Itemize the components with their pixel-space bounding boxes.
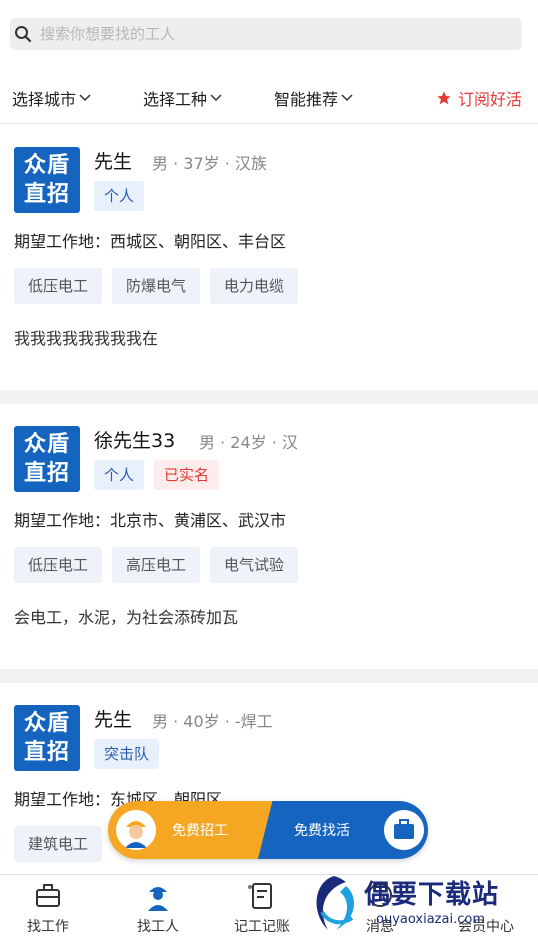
filter-city-label: 选择城市 bbox=[12, 90, 77, 109]
worker-description: 会电工，水泥，为社会添砖加瓦 bbox=[14, 608, 239, 627]
worker-name: 先生 bbox=[94, 151, 133, 173]
tag-individual: 个人 bbox=[94, 460, 145, 490]
search-icon bbox=[15, 26, 32, 43]
skill-tag: 建筑电工 bbox=[14, 826, 103, 862]
worker-icon bbox=[148, 887, 168, 911]
watermark-logo-icon bbox=[316, 876, 355, 930]
skill-tag: 电力电缆 bbox=[210, 268, 299, 304]
subscribe-label: 订阅好活 bbox=[457, 90, 522, 109]
skill-tag: 低压电工 bbox=[14, 547, 103, 583]
free-recruit-label: 免费招工 bbox=[172, 823, 228, 839]
filter-trade-label: 选择工种 bbox=[143, 90, 208, 109]
filter-trade[interactable]: 选择工种 bbox=[143, 86, 222, 110]
worker-meta: 男 · 24岁 · 汉 bbox=[199, 433, 298, 452]
card-separator bbox=[0, 669, 538, 683]
logo-line: 直招 bbox=[23, 181, 70, 207]
logo-line: 直招 bbox=[23, 460, 70, 486]
skill-tag: 防爆电气 bbox=[112, 268, 201, 304]
search-input[interactable] bbox=[40, 18, 510, 50]
filter-smart-label: 智能推荐 bbox=[274, 90, 339, 109]
chevron-down-icon bbox=[210, 94, 222, 102]
worker-meta: 男 · 40岁 · -焊工 bbox=[152, 712, 273, 731]
tag-individual: 个人 bbox=[94, 181, 145, 211]
logo-line: 直招 bbox=[23, 739, 70, 765]
search-row bbox=[0, 0, 538, 72]
chevron-down-icon bbox=[79, 94, 91, 102]
filter-city[interactable]: 选择城市 bbox=[12, 86, 91, 110]
search-box[interactable] bbox=[10, 18, 522, 50]
expected-location: 期望工作地：西城区、朝阳区、丰台区 bbox=[14, 232, 287, 251]
logo-line: 众盾 bbox=[23, 431, 70, 457]
worker-name: 先生 bbox=[94, 709, 133, 731]
worker-meta: 男 · 37岁 · 汉族 bbox=[152, 154, 267, 173]
tag-team: 突击队 bbox=[94, 739, 160, 769]
site-watermark: 偶要下载站 ouyaoxiazai.com bbox=[300, 868, 538, 937]
nav-work-log[interactable]: 记工记账 bbox=[222, 879, 302, 937]
card-separator bbox=[0, 390, 538, 404]
watermark-text: 偶要下载站 bbox=[364, 880, 500, 910]
skill-tag: 电气试验 bbox=[210, 547, 299, 583]
notebook-icon bbox=[248, 883, 272, 909]
recruit-toggle: 免费招工 免费找活 bbox=[108, 801, 428, 859]
filter-bar: 选择城市 选择工种 智能推荐 订阅好活 bbox=[0, 72, 538, 124]
nav-label: 找工人 bbox=[137, 919, 179, 935]
worker-description: 我我我我我我我我在 bbox=[14, 329, 159, 348]
company-logo: 众盾 直招 bbox=[14, 147, 80, 213]
nav-label: 记工记账 bbox=[234, 919, 290, 935]
nav-find-worker[interactable]: 找工人 bbox=[118, 879, 198, 937]
worker-card[interactable]: 众盾 直招 先生 男 · 37岁 · 汉族 个人 期望工作地：西城区、朝阳区、丰… bbox=[0, 125, 538, 390]
expected-location: 期望工作地：北京市、黄浦区、武汉市 bbox=[14, 511, 287, 530]
free-find-job-label: 免费找活 bbox=[294, 823, 350, 839]
filter-smart[interactable]: 智能推荐 bbox=[274, 86, 353, 110]
skill-tag: 高压电工 bbox=[112, 547, 201, 583]
tag-verified: 已实名 bbox=[154, 460, 220, 490]
skill-tag: 低压电工 bbox=[14, 268, 103, 304]
chevron-down-icon bbox=[341, 94, 353, 102]
company-logo: 众盾 直招 bbox=[14, 705, 80, 771]
company-logo: 众盾 直招 bbox=[14, 426, 80, 492]
subscribe-button[interactable]: 订阅好活 bbox=[436, 86, 522, 110]
watermark-url: ouyaoxiazai.com bbox=[376, 912, 485, 927]
worker-card[interactable]: 众盾 直招 徐先生33 男 · 24岁 · 汉 个人 已实名 期望工作地：北京市… bbox=[0, 404, 538, 669]
nav-find-job[interactable]: 找工作 bbox=[8, 879, 88, 937]
logo-line: 众盾 bbox=[23, 152, 70, 178]
worker-name: 徐先生33 bbox=[94, 430, 176, 452]
logo-line: 众盾 bbox=[23, 710, 70, 736]
star-icon bbox=[437, 91, 451, 105]
worker-avatar-icon bbox=[116, 810, 156, 850]
briefcase-icon bbox=[384, 810, 424, 850]
nav-label: 找工作 bbox=[27, 919, 69, 935]
briefcase-icon bbox=[36, 884, 60, 907]
